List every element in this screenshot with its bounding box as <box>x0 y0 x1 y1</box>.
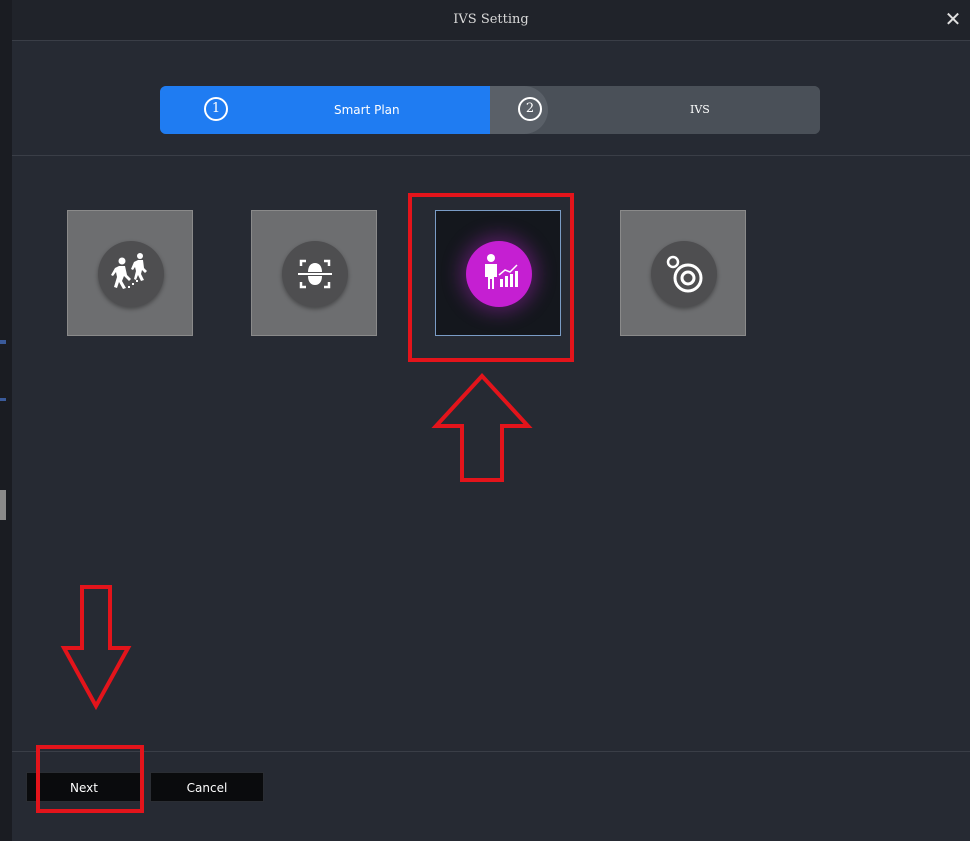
annotation-down-arrow-icon <box>60 585 132 711</box>
background-stripe <box>0 490 6 520</box>
step-number: 2 <box>518 97 542 121</box>
smart-plan-tile-target-detection[interactable] <box>620 210 746 336</box>
step-smart-plan[interactable]: 1 Smart Plan <box>160 86 490 134</box>
annotation-highlight-next-button <box>36 745 144 813</box>
step-label: Smart Plan <box>334 103 400 117</box>
smart-plan-tile-people-counting[interactable] <box>67 210 193 336</box>
step-number: 1 <box>204 97 228 121</box>
dialog-title: IVS Setting <box>453 12 529 27</box>
cancel-button[interactable]: Cancel <box>150 772 264 802</box>
wizard-steps: 1 Smart Plan 2 IVS <box>160 86 820 134</box>
divider <box>12 751 970 752</box>
step-label: IVS <box>690 103 710 116</box>
background-stripe <box>0 340 6 344</box>
background-stripe <box>0 398 6 401</box>
smart-plan-tile-face-recognition[interactable] <box>251 210 377 336</box>
annotation-highlight-selected-plan <box>408 193 574 362</box>
step-ivs[interactable]: 2 IVS <box>490 86 820 134</box>
close-icon[interactable]: ✕ <box>942 8 964 30</box>
ivs-setting-dialog: IVS Setting ✕ 1 Smart Plan 2 IVS Next Ca… <box>12 0 970 841</box>
background-app-edge <box>0 0 12 841</box>
people-counting-icon <box>98 241 164 307</box>
face-recognition-icon <box>282 241 348 307</box>
divider <box>12 155 970 156</box>
dialog-titlebar: IVS Setting ✕ <box>12 0 970 41</box>
target-detection-icon <box>651 241 717 307</box>
annotation-up-arrow-icon <box>431 373 533 482</box>
